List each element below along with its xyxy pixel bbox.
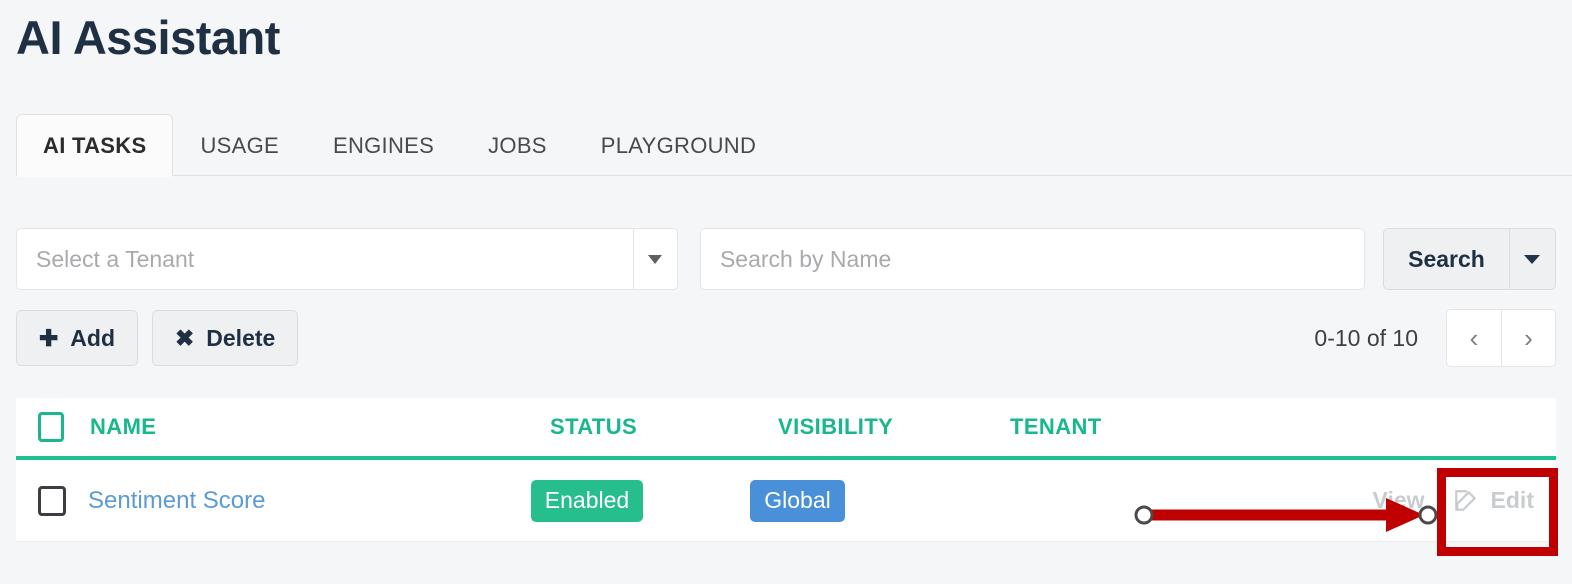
cell-visibility: Global bbox=[750, 479, 973, 522]
column-header-name[interactable]: NAME bbox=[90, 414, 550, 440]
delete-button[interactable]: ✖ Delete bbox=[152, 310, 299, 366]
prev-page-button[interactable]: ‹ bbox=[1447, 310, 1501, 366]
tab-usage[interactable]: USAGE bbox=[173, 114, 306, 176]
edit-button-label: Edit bbox=[1490, 487, 1534, 513]
caret-down-icon bbox=[648, 254, 663, 264]
row-select-cell bbox=[16, 485, 88, 516]
search-button-group: Search bbox=[1383, 228, 1556, 290]
page-title: AI Assistant bbox=[16, 11, 280, 64]
ai-assistant-page: AI Assistant AI TASKS USAGE ENGINES JOBS… bbox=[0, 0, 1572, 584]
select-all-cell bbox=[16, 412, 90, 442]
column-header-status[interactable]: STATUS bbox=[550, 414, 778, 440]
tab-bar: AI TASKS USAGE ENGINES JOBS PLAYGROUND bbox=[16, 112, 1572, 177]
select-all-checkbox[interactable] bbox=[38, 412, 64, 442]
cell-actions: View Edit bbox=[1359, 474, 1556, 528]
next-page-button[interactable]: › bbox=[1501, 310, 1555, 366]
column-header-tenant[interactable]: TENANT bbox=[1010, 414, 1410, 440]
action-row: ✚ Add ✖ Delete 0-10 of 10 ‹ › bbox=[16, 309, 1556, 367]
table-header-row: NAME STATUS VISIBILITY TENANT bbox=[16, 398, 1556, 460]
filter-row: Select a Tenant Search by Name Search bbox=[16, 228, 1556, 290]
caret-down-icon bbox=[1524, 254, 1541, 264]
search-input[interactable]: Search by Name bbox=[699, 228, 1366, 290]
task-name-link[interactable]: Sentiment Score bbox=[88, 487, 265, 514]
add-button-label: Add bbox=[70, 324, 115, 351]
view-button[interactable]: View bbox=[1359, 474, 1439, 528]
ai-tasks-table: NAME STATUS VISIBILITY TENANT Sentiment … bbox=[16, 398, 1556, 542]
pagination: 0-10 of 10 ‹ › bbox=[1314, 309, 1556, 367]
tab-playground[interactable]: PLAYGROUND bbox=[574, 114, 783, 176]
tab-ai-tasks[interactable]: AI TASKS bbox=[16, 114, 174, 177]
visibility-badge: Global bbox=[750, 479, 845, 522]
status-badge: Enabled bbox=[530, 479, 644, 522]
add-button[interactable]: ✚ Add bbox=[16, 310, 138, 366]
tenant-select-caret[interactable] bbox=[632, 229, 677, 289]
column-header-visibility[interactable]: VISIBILITY bbox=[778, 414, 1010, 440]
pagination-range: 0-10 of 10 bbox=[1314, 324, 1418, 351]
cell-status: Enabled bbox=[530, 479, 750, 522]
delete-button-label: Delete bbox=[206, 324, 276, 351]
tab-jobs[interactable]: JOBS bbox=[461, 114, 574, 176]
cell-name: Sentiment Score bbox=[88, 487, 531, 515]
close-icon: ✖ bbox=[175, 324, 195, 351]
tenant-select[interactable]: Select a Tenant bbox=[16, 228, 678, 290]
search-button[interactable]: Search bbox=[1384, 229, 1509, 289]
row-checkbox[interactable] bbox=[38, 485, 66, 516]
edit-button[interactable]: Edit bbox=[1439, 474, 1548, 528]
tenant-select-value: Select a Tenant bbox=[36, 245, 195, 272]
pagination-buttons: ‹ › bbox=[1446, 309, 1556, 367]
tab-engines[interactable]: ENGINES bbox=[306, 114, 461, 176]
search-dropdown-toggle[interactable] bbox=[1508, 229, 1555, 289]
plus-icon: ✚ bbox=[39, 324, 59, 351]
pencil-square-icon bbox=[1453, 488, 1479, 514]
table-row: Sentiment Score Enabled Global View Edit bbox=[16, 460, 1556, 542]
